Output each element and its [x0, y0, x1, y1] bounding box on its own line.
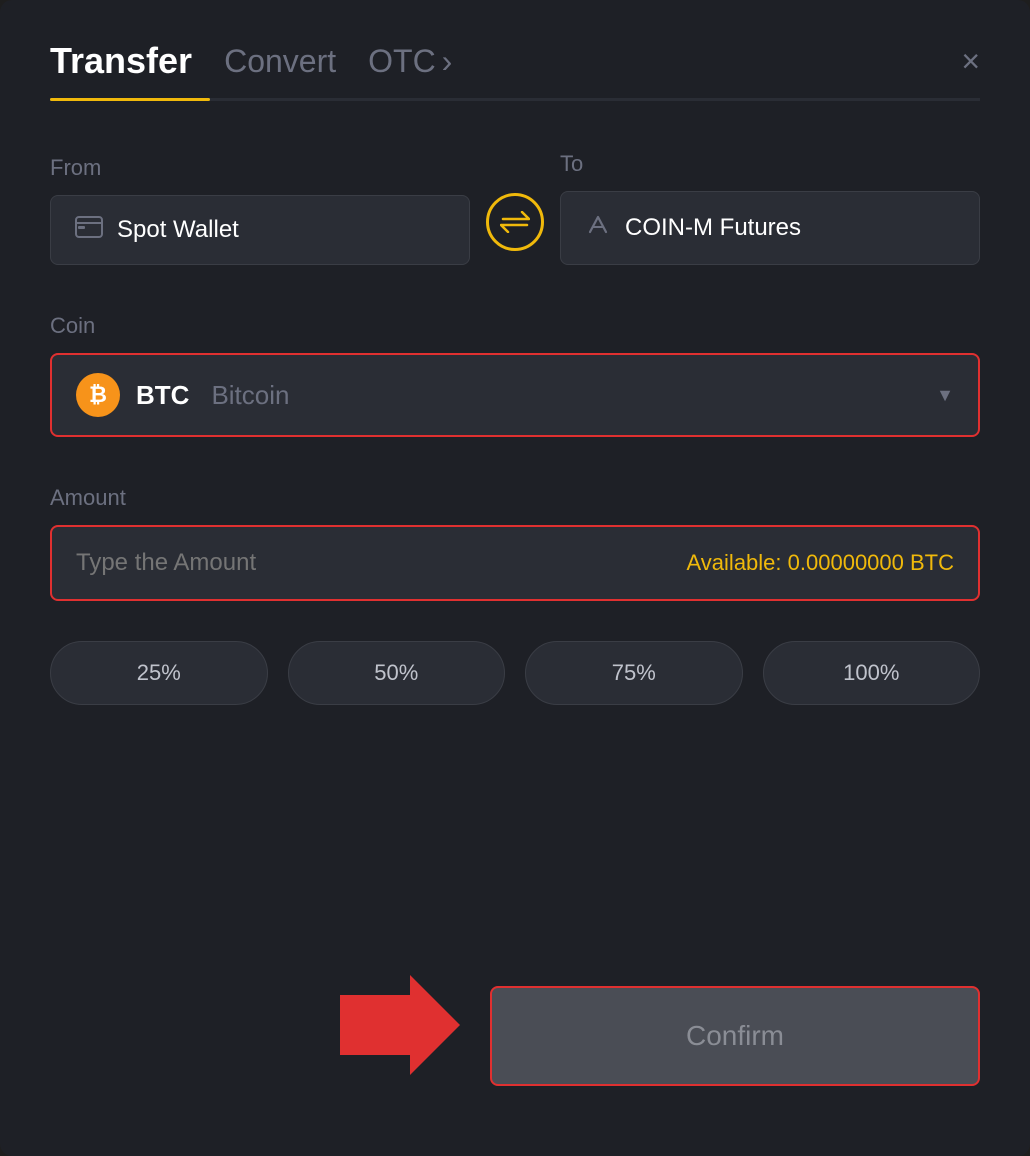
- pct-row: 25% 50% 75% 100%: [50, 641, 980, 705]
- pct-75-button[interactable]: 75%: [525, 641, 743, 705]
- arrow-indicator: [340, 975, 460, 1086]
- confirm-button[interactable]: Confirm: [490, 986, 980, 1086]
- transfer-modal: Transfer Convert OTC › × From: [0, 0, 1030, 1156]
- coin-name: BTC: [136, 380, 189, 411]
- confirm-area: Confirm: [50, 955, 980, 1096]
- tab-otc-label: OTC: [368, 43, 436, 80]
- coin-select[interactable]: ₿ BTC Bitcoin ▼: [50, 353, 980, 437]
- to-label: To: [560, 151, 980, 177]
- to-section: To COIN-M Futures: [560, 151, 980, 265]
- from-wallet-box[interactable]: Spot Wallet: [50, 195, 470, 265]
- amount-input[interactable]: [76, 549, 276, 577]
- tab-underline-row: [50, 98, 980, 101]
- amount-label: Amount: [50, 485, 980, 511]
- coin-full-name: Bitcoin: [211, 380, 289, 411]
- tab-underline-active: [50, 98, 210, 101]
- header: Transfer Convert OTC › ×: [50, 40, 980, 98]
- to-futures-text: COIN-M Futures: [625, 214, 801, 242]
- pct-25-button[interactable]: 25%: [50, 641, 268, 705]
- pct-100-button[interactable]: 100%: [763, 641, 981, 705]
- from-label: From: [50, 155, 470, 181]
- btc-icon: ₿: [76, 373, 120, 417]
- tab-convert[interactable]: Convert: [224, 43, 336, 96]
- amount-available: Available: 0.00000000 BTC: [687, 550, 954, 576]
- available-label: Available:: [687, 550, 782, 575]
- btc-symbol: ₿: [89, 382, 107, 408]
- from-to-row: From Spot Wallet: [50, 151, 980, 265]
- swap-container: [470, 193, 560, 265]
- from-section: From Spot Wallet: [50, 155, 470, 265]
- swap-button[interactable]: [486, 193, 544, 251]
- pct-50-button[interactable]: 50%: [288, 641, 506, 705]
- tab-otc-chevron: ›: [442, 43, 453, 80]
- amount-section: Amount Available: 0.00000000 BTC: [50, 485, 980, 601]
- coin-label: Coin: [50, 313, 980, 339]
- from-wallet-text: Spot Wallet: [117, 216, 239, 244]
- tab-transfer[interactable]: Transfer: [50, 40, 192, 98]
- wallet-icon: [75, 216, 103, 244]
- coin-chevron-icon: ▼: [936, 385, 954, 406]
- tab-otc[interactable]: OTC ›: [368, 43, 452, 96]
- coin-section: Coin ₿ BTC Bitcoin ▼: [50, 313, 980, 437]
- futures-icon: [585, 212, 611, 244]
- available-value: 0.00000000 BTC: [788, 550, 954, 575]
- to-wallet-box[interactable]: COIN-M Futures: [560, 191, 980, 265]
- close-button[interactable]: ×: [961, 45, 980, 93]
- amount-input-box: Available: 0.00000000 BTC: [50, 525, 980, 601]
